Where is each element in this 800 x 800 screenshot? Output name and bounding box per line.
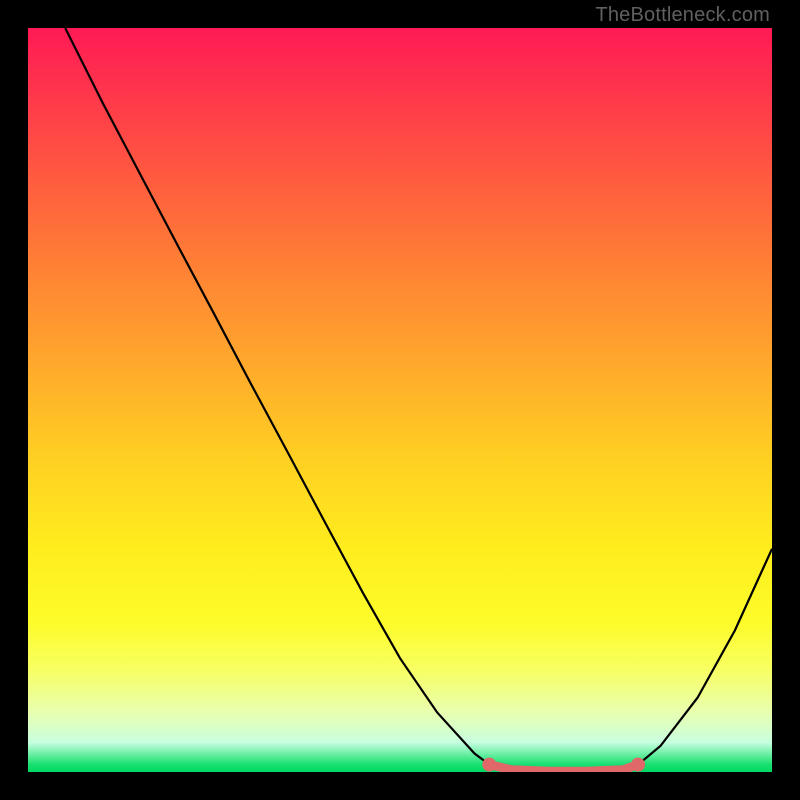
- attribution-label: TheBottleneck.com: [595, 4, 770, 27]
- bottleneck-curve: [65, 28, 772, 771]
- highlight-endpoint-right: [631, 758, 645, 772]
- chart-frame: TheBottleneck.com: [0, 0, 800, 800]
- curve-layer: [28, 28, 772, 772]
- plot-area: [28, 28, 772, 772]
- highlight-endpoint-left: [482, 758, 496, 772]
- highlight-segment: [489, 765, 638, 772]
